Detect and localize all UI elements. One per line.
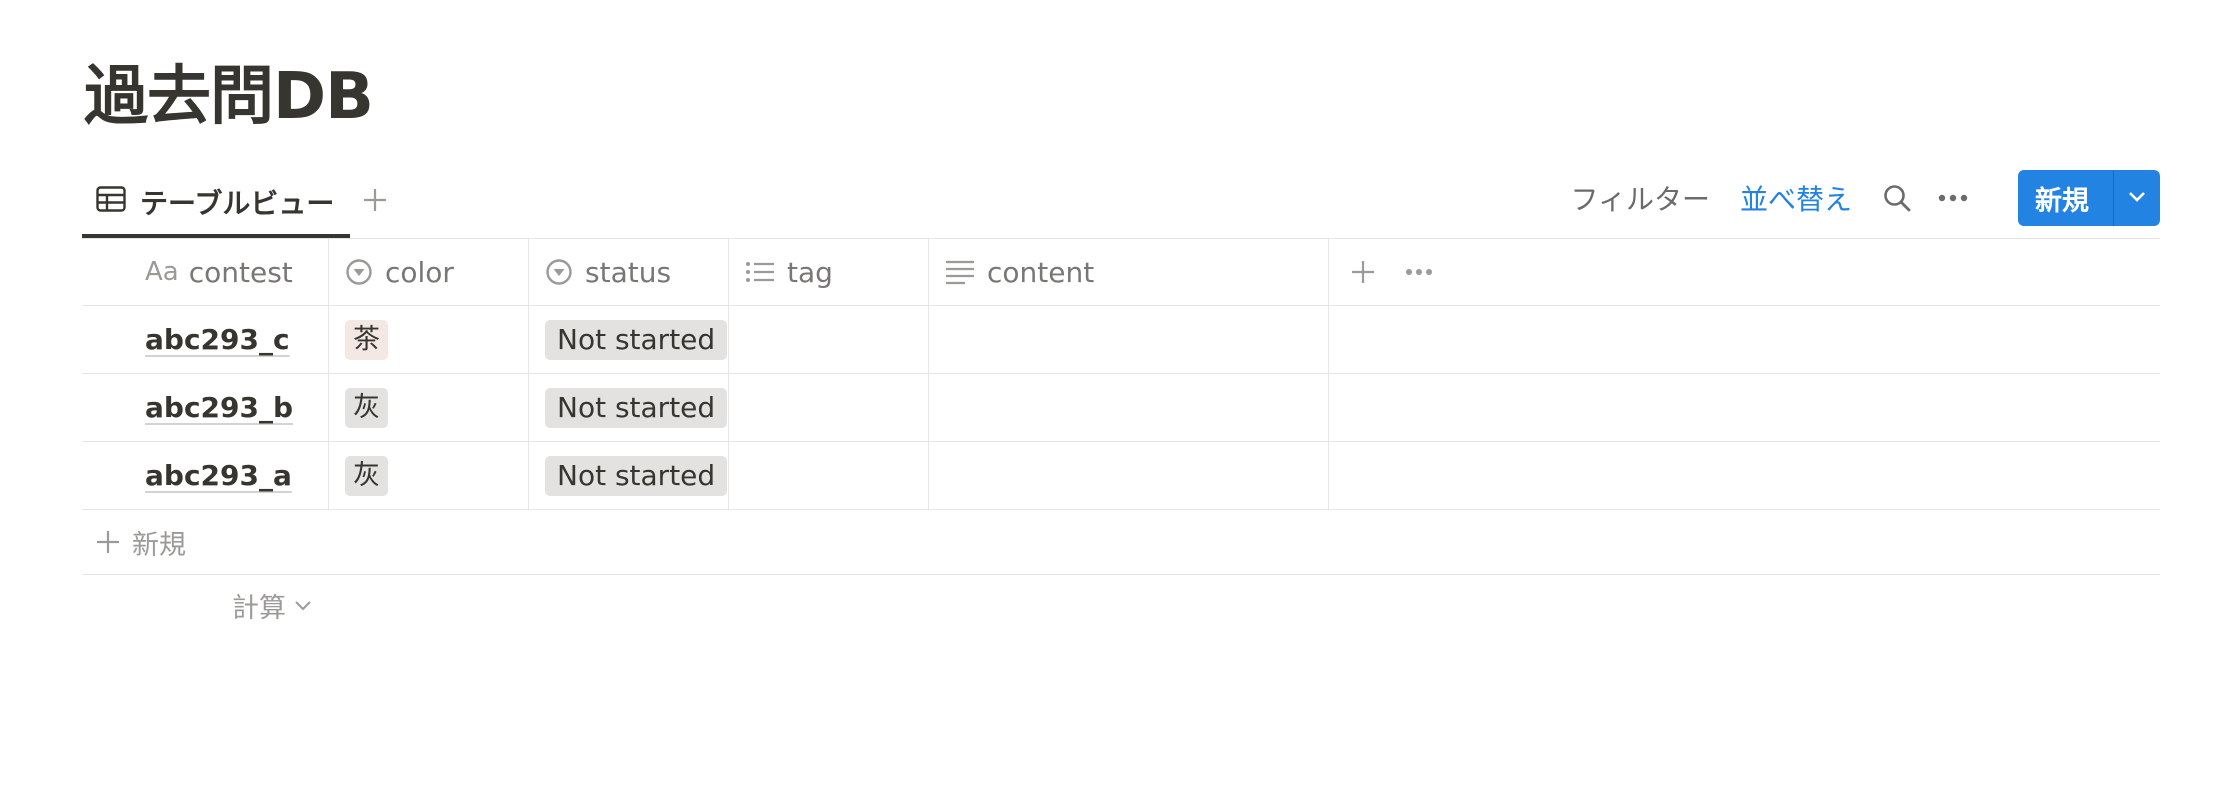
- calculate-button[interactable]: 計算: [232, 586, 312, 625]
- table-header-row: Aa contest color status tag content: [82, 239, 2160, 306]
- more-options-icon[interactable]: [1938, 194, 1968, 202]
- status-cell[interactable]: Not started: [529, 442, 729, 509]
- column-header-tag[interactable]: tag: [729, 239, 929, 305]
- status-cell[interactable]: Not started: [529, 306, 729, 373]
- color-cell[interactable]: 灰: [329, 442, 529, 509]
- column-header-contest[interactable]: Aa contest: [82, 239, 329, 305]
- view-tabs: テーブルビュー: [82, 168, 388, 238]
- column-header-actions: [1329, 239, 2160, 305]
- contest-cell[interactable]: abc293_a: [82, 442, 329, 509]
- column-label: status: [585, 255, 672, 289]
- status-cell[interactable]: Not started: [529, 374, 729, 441]
- search-icon[interactable]: [1882, 183, 1912, 213]
- select-icon: [345, 258, 373, 286]
- page-title: 過去問DB: [84, 60, 374, 134]
- color-cell[interactable]: 灰: [329, 374, 529, 441]
- tab-table-view[interactable]: テーブルビュー: [82, 172, 351, 238]
- tag-cell[interactable]: [729, 374, 929, 441]
- row-title[interactable]: abc293_a: [145, 459, 292, 492]
- row-title[interactable]: abc293_b: [145, 391, 293, 424]
- text-icon: [945, 259, 975, 285]
- new-button[interactable]: 新規: [2018, 170, 2114, 226]
- contest-cell[interactable]: abc293_b: [82, 374, 329, 441]
- color-cell[interactable]: 茶: [329, 306, 529, 373]
- status-icon: [545, 258, 573, 286]
- new-dropdown-button[interactable]: [2114, 170, 2160, 226]
- content-cell[interactable]: [929, 306, 1329, 373]
- chevron-down-icon: [286, 600, 312, 612]
- chevron-down-icon: [2127, 189, 2147, 208]
- row-title[interactable]: abc293_c: [145, 323, 290, 356]
- table-icon: [96, 185, 140, 219]
- color-tag: 茶: [345, 319, 388, 360]
- toolbar: フィルター 並べ替え 新規: [1571, 170, 2160, 226]
- table-row[interactable]: abc293_a 灰 Not started: [82, 442, 2160, 510]
- contest-cell[interactable]: abc293_c: [82, 306, 329, 373]
- sort-button[interactable]: 並べ替え: [1740, 178, 1852, 218]
- status-badge: Not started: [545, 387, 728, 428]
- status-badge: Not started: [545, 319, 728, 360]
- column-header-content[interactable]: content: [929, 239, 1329, 305]
- empty-cell: [1329, 306, 2160, 373]
- new-button-group: 新規: [2018, 170, 2160, 226]
- add-row-label: 新規: [132, 529, 186, 561]
- calculate-label: 計算: [232, 593, 286, 624]
- column-label: content: [987, 255, 1095, 289]
- table-row[interactable]: abc293_c 茶 Not started: [82, 306, 2160, 374]
- color-tag: 灰: [345, 455, 388, 496]
- add-view-button[interactable]: [362, 187, 388, 217]
- color-tag: 灰: [345, 387, 388, 428]
- content-cell[interactable]: [929, 442, 1329, 509]
- column-header-status[interactable]: status: [529, 239, 729, 305]
- column-label: contest: [188, 255, 293, 289]
- column-label: color: [385, 255, 454, 289]
- plus-icon: [362, 187, 388, 217]
- empty-cell: [1329, 374, 2160, 441]
- title-property-icon: Aa: [145, 257, 179, 287]
- add-property-icon[interactable]: [1351, 260, 1375, 284]
- database-table: Aa contest color status tag content abc2…: [82, 238, 2160, 575]
- tag-cell[interactable]: [729, 442, 929, 509]
- table-row[interactable]: abc293_b 灰 Not started: [82, 374, 2160, 442]
- content-cell[interactable]: [929, 374, 1329, 441]
- column-header-color[interactable]: color: [329, 239, 529, 305]
- list-icon: [745, 260, 775, 284]
- column-label: tag: [787, 255, 833, 289]
- more-options-icon[interactable]: [1405, 268, 1433, 276]
- plus-icon: [96, 530, 132, 554]
- tag-cell[interactable]: [729, 306, 929, 373]
- filter-button[interactable]: フィルター: [1571, 178, 1710, 218]
- add-row-button[interactable]: 新規: [82, 510, 2160, 575]
- empty-cell: [1329, 442, 2160, 509]
- status-badge: Not started: [545, 455, 728, 496]
- tab-label: テーブルビュー: [140, 187, 335, 220]
